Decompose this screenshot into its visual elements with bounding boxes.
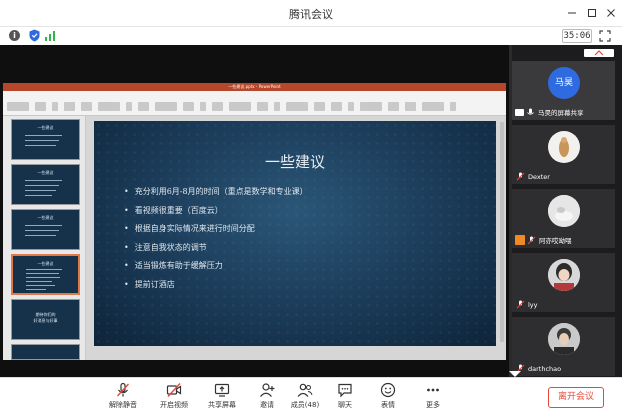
slide-bullet: 充分利用6月-8月的时间（重点是数学和专业课） bbox=[124, 183, 308, 202]
more-icon bbox=[427, 388, 439, 392]
slide-bullet: 注意自我状态的调节 bbox=[124, 239, 308, 258]
mic-icon bbox=[527, 108, 534, 115]
ppt-title-bar: 一些建议.pptx - PowerPoint bbox=[3, 83, 506, 91]
leave-meeting-button[interactable]: 离开会议 bbox=[548, 387, 604, 408]
mic-muted-icon bbox=[527, 236, 536, 245]
chat-icon bbox=[338, 383, 352, 398]
participant-scroll-up-icon[interactable] bbox=[584, 49, 614, 57]
more-button[interactable]: 更多 bbox=[408, 382, 458, 414]
slide-thumbnail[interactable]: 一些建议 bbox=[11, 209, 80, 250]
share-screen-icon bbox=[214, 383, 230, 397]
maximize-icon[interactable] bbox=[584, 5, 600, 21]
mic-muted-icon bbox=[516, 172, 525, 181]
ppt-body: 一些建议 一些建议 一些建议 一些建议 期待你们的 好消息与好事 一些建议 • … bbox=[3, 116, 506, 360]
slide-editor: 一些建议 充分利用6月-8月的时间（重点是数学和专业课） 看视频很重要（百度云）… bbox=[86, 116, 506, 360]
invite-icon bbox=[260, 383, 275, 397]
network-signal-icon[interactable] bbox=[45, 31, 55, 41]
powerpoint-window: 一些建议.pptx - PowerPoint 一些建议 一些建议 一些建议 一些… bbox=[3, 83, 506, 360]
slide-bullet: 根据自身实际情况来进行时间分配 bbox=[124, 220, 308, 239]
participant-tile[interactable]: 阿亦哎呦喂 bbox=[512, 189, 615, 248]
meeting-toolbar: 解除静音 开启视频 共享屏幕 邀请 成员(48) 聊天 表情 更多 离开会议 bbox=[0, 377, 622, 415]
avatar bbox=[548, 259, 580, 291]
participant-panel: 马昊 马昊的屏幕共享 Dexter 阿亦哎呦喂 lyy darthchao bbox=[512, 45, 622, 377]
shared-screen-area: 一些建议.pptx - PowerPoint 一些建议 一些建议 一些建议 一些… bbox=[0, 45, 509, 377]
slide-bullet: 提前订酒店 bbox=[124, 276, 308, 295]
slide-thumbnail[interactable] bbox=[11, 344, 80, 360]
slide-scrollbar[interactable] bbox=[500, 122, 504, 342]
share-screen-button[interactable]: 共享屏幕 bbox=[197, 382, 247, 414]
fullscreen-icon[interactable] bbox=[599, 30, 611, 42]
participant-tile[interactable]: 马昊 马昊的屏幕共享 bbox=[512, 61, 615, 120]
meeting-info-bar: i 35:06 bbox=[0, 27, 622, 45]
start-video-button[interactable]: 开启视频 bbox=[149, 382, 199, 414]
emoji-icon bbox=[380, 382, 396, 398]
title-bar: 腾讯会议 bbox=[0, 0, 622, 27]
participant-tile[interactable]: lyy bbox=[512, 253, 615, 312]
current-slide[interactable]: 一些建议 充分利用6月-8月的时间（重点是数学和专业课） 看视频很重要（百度云）… bbox=[94, 121, 496, 346]
slide-bullet-list: 充分利用6月-8月的时间（重点是数学和专业课） 看视频很重要（百度云） 根据自身… bbox=[124, 183, 308, 294]
avatar bbox=[548, 131, 580, 163]
slide-thumbnail[interactable]: 一些建议 bbox=[11, 119, 80, 160]
participant-tile[interactable]: darthchao bbox=[512, 317, 615, 376]
screen-share-icon bbox=[515, 109, 524, 116]
slide-bullet: 适当锻炼有助于缓解压力 bbox=[124, 257, 308, 276]
participant-name: darthchao bbox=[528, 365, 562, 373]
unmute-button[interactable]: 解除静音 bbox=[98, 382, 148, 414]
ppt-ribbon bbox=[3, 91, 506, 116]
meeting-timer: 35:06 bbox=[562, 29, 592, 43]
slide-bullet: 看视频很重要（百度云） bbox=[124, 202, 308, 221]
slide-thumbnail[interactable]: 一些建议 bbox=[11, 164, 80, 205]
meeting-info-icon[interactable]: i bbox=[9, 30, 20, 41]
participant-tile[interactable]: Dexter bbox=[512, 125, 615, 184]
security-shield-icon[interactable] bbox=[29, 29, 40, 42]
members-icon bbox=[297, 383, 313, 397]
minimize-icon[interactable] bbox=[564, 5, 580, 21]
slide-thumbnail-selected[interactable]: 一些建议 bbox=[11, 254, 80, 295]
slide-thumbnail-pane[interactable]: 一些建议 一些建议 一些建议 一些建议 期待你们的 好消息与好事 bbox=[3, 116, 86, 360]
avatar: 马昊 bbox=[548, 67, 580, 99]
slide-thumbnail[interactable]: 期待你们的 好消息与好事 bbox=[11, 299, 80, 340]
video-off-icon bbox=[166, 383, 182, 397]
avatar bbox=[548, 323, 580, 355]
mic-muted-icon bbox=[116, 382, 130, 397]
participant-name: 阿亦哎呦喂 bbox=[539, 237, 572, 245]
slide-title: 一些建议 bbox=[264, 153, 325, 171]
mic-muted-icon bbox=[516, 300, 525, 309]
close-icon[interactable] bbox=[603, 5, 619, 21]
participant-name: Dexter bbox=[528, 173, 550, 181]
window-title: 腾讯会议 bbox=[289, 8, 333, 21]
participant-name: 马昊的屏幕共享 bbox=[538, 109, 584, 117]
host-badge-icon bbox=[515, 235, 525, 245]
emoji-button[interactable]: 表情 bbox=[363, 382, 413, 414]
avatar bbox=[548, 195, 580, 227]
participant-name: lyy bbox=[528, 301, 538, 309]
